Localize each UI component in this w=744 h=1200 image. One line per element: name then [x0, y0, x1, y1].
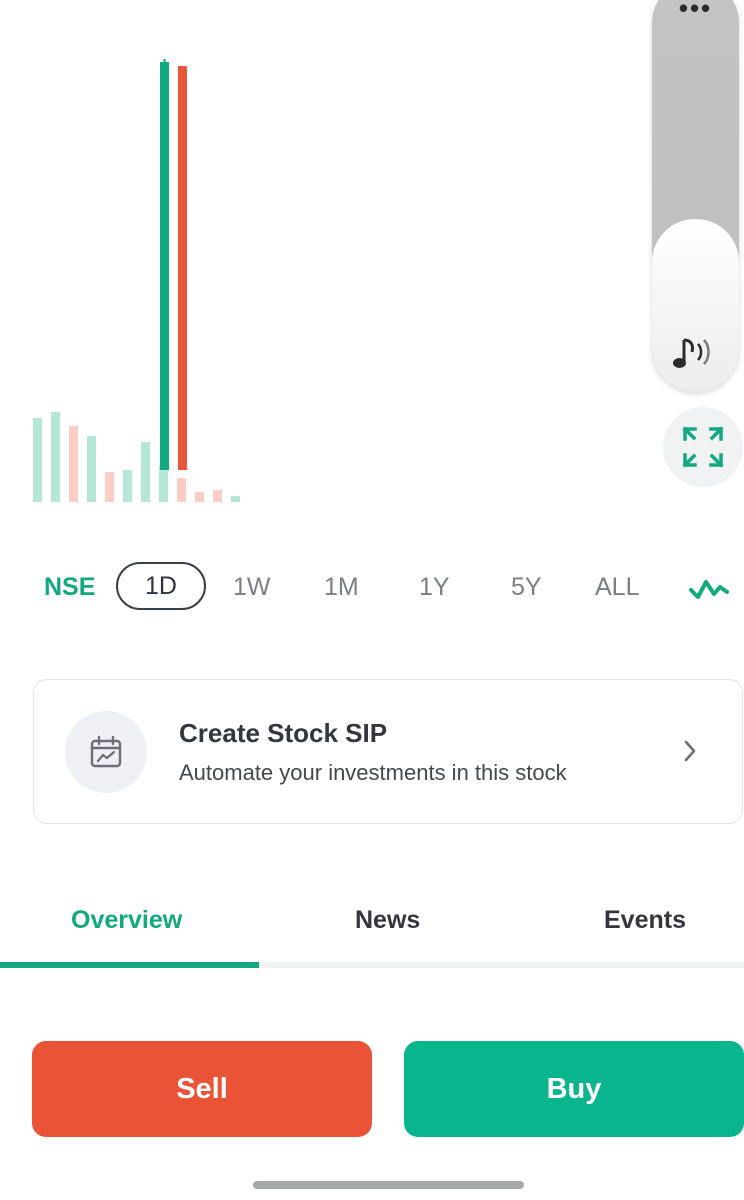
volume-bar [105, 472, 114, 502]
time-range-selector: NSE 1D 1W 1M 1Y 5Y ALL [0, 560, 744, 616]
volume-bar [231, 496, 240, 502]
range-1y[interactable]: 1Y [419, 573, 450, 602]
sip-subtitle: Automate your investments in this stock [179, 760, 567, 785]
price-candle [160, 62, 169, 470]
volume-bar [159, 466, 168, 502]
volume-bar [141, 442, 150, 502]
tab-events[interactable]: Events [604, 906, 686, 935]
detail-tabs: Overview News Events [0, 890, 744, 970]
media-volume-slider[interactable]: ••• [652, 0, 739, 392]
volume-bar [177, 478, 186, 502]
range-5y[interactable]: 5Y [511, 573, 542, 602]
volume-bar [87, 436, 96, 502]
range-1d[interactable]: 1D [116, 562, 206, 610]
volume-bar [195, 492, 204, 502]
range-1w[interactable]: 1W [233, 573, 271, 602]
line-chart-icon[interactable] [689, 576, 729, 600]
fullscreen-button[interactable] [663, 407, 743, 487]
create-stock-sip-card[interactable]: Create Stock SIP Automate your investmen… [33, 679, 743, 824]
exchange-toggle[interactable]: NSE [44, 573, 95, 602]
volume-bar [51, 412, 60, 502]
sip-title: Create Stock SIP [179, 718, 388, 748]
tab-overview[interactable]: Overview [71, 906, 182, 935]
price-chart[interactable] [0, 0, 600, 520]
tab-news[interactable]: News [355, 906, 420, 935]
active-tab-indicator [0, 962, 259, 968]
volume-bar [69, 426, 78, 502]
price-candle [178, 66, 187, 470]
chevron-right-icon [684, 740, 696, 762]
range-all[interactable]: ALL [595, 573, 639, 602]
more-icon[interactable]: ••• [652, 0, 739, 21]
volume-bar [123, 470, 132, 502]
sell-button[interactable]: Sell [32, 1041, 372, 1137]
buy-button[interactable]: Buy [404, 1041, 744, 1137]
expand-icon [682, 426, 724, 468]
home-indicator [253, 1181, 524, 1189]
music-note-sound-icon [673, 338, 710, 368]
calendar-chart-icon [90, 735, 122, 768]
volume-bar [213, 490, 222, 502]
sip-icon-badge [65, 711, 147, 793]
volume-bar [33, 418, 42, 502]
range-1m[interactable]: 1M [324, 573, 359, 602]
